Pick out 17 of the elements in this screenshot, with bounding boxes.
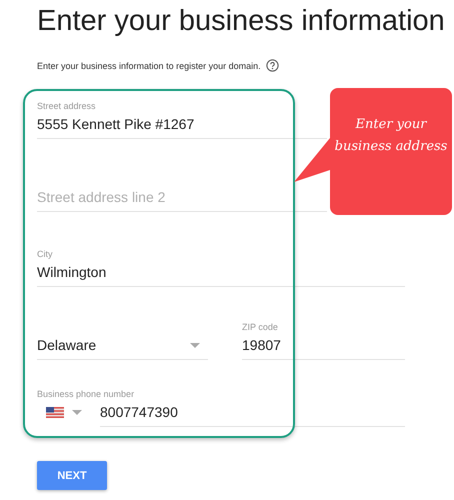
text-field[interactable]: Street address line 2: [37, 189, 327, 212]
phone-field[interactable]: 8007747390: [100, 404, 405, 427]
state-dropdown[interactable]: Delaware: [37, 337, 208, 360]
help-icon[interactable]: [266, 59, 279, 72]
zip-field[interactable]: 19807: [242, 337, 405, 360]
flag-icon: [46, 407, 64, 418]
field-label: Business phone number: [37, 389, 134, 399]
caret-icon: [190, 342, 200, 348]
field-label: ZIP code: [242, 322, 278, 332]
field-label: City: [37, 249, 52, 259]
text-field[interactable]: Wilmington: [37, 264, 405, 287]
subtitle: Enter your business information to register your domain.: [37, 60, 261, 70]
callout-text: Enter your business address: [334, 116, 448, 156]
text-field[interactable]: 5555 Kennett Pike #1267: [37, 116, 327, 139]
caret-icon: [72, 410, 82, 415]
field-label: Street address: [37, 101, 96, 111]
page-title: Enter your business information: [37, 4, 446, 39]
